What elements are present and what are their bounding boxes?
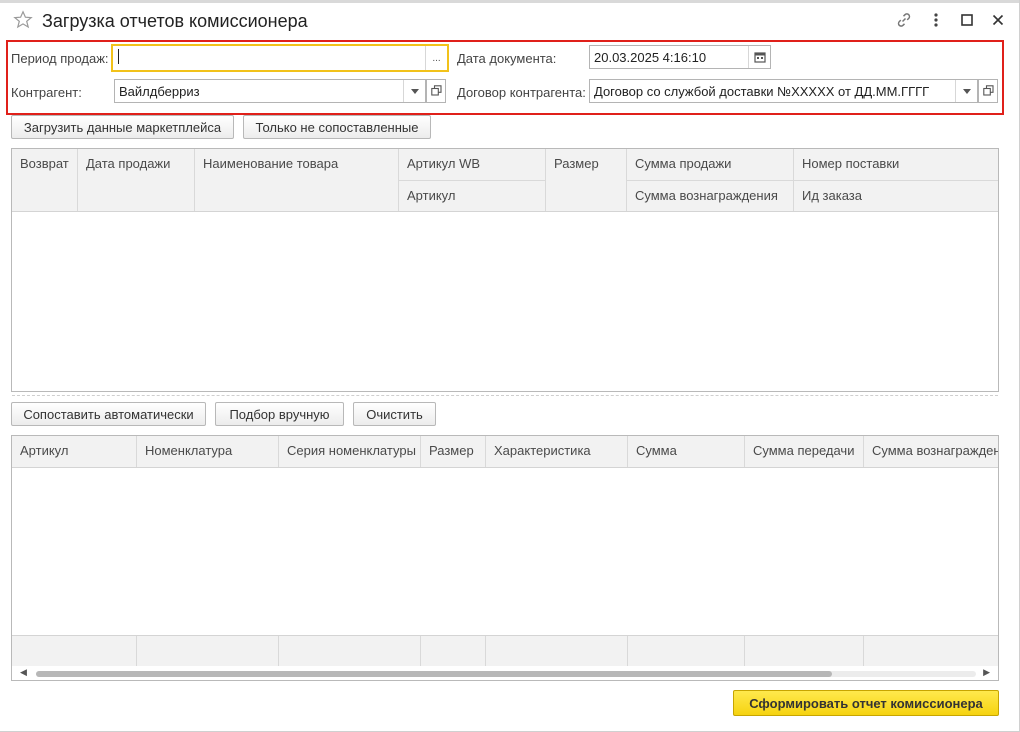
contract-value: Договор со службой доставки №XXXXX от ДД…	[594, 84, 930, 99]
chevron-down-icon[interactable]	[403, 80, 425, 102]
doc-date-label: Дата документа:	[457, 51, 557, 66]
col-delivery-number[interactable]: Номер поставки	[794, 149, 998, 180]
col-article[interactable]: Артикул	[12, 436, 137, 467]
load-marketplace-button[interactable]: Загрузить данные маркетплейса	[11, 115, 234, 139]
footer-cell	[745, 636, 864, 667]
col-reward-sum[interactable]: Сумма вознаграждения	[627, 180, 794, 211]
title-bar: Загрузка отчетов комиссионера	[0, 4, 1020, 38]
counterparty-value: Вайлдберриз	[119, 84, 200, 99]
matching-table[interactable]: Артикул Номенклатура Серия номенклатуры …	[11, 435, 999, 681]
footer-cell	[486, 636, 628, 667]
col-article-wb[interactable]: Артикул WB	[399, 149, 546, 180]
counterparty-input[interactable]: Вайлдберриз	[114, 79, 426, 103]
section-divider	[12, 395, 998, 396]
link-icon[interactable]	[894, 10, 914, 30]
calendar-icon[interactable]	[748, 46, 770, 68]
col-nomenclature-series[interactable]: Серия номенклатуры	[279, 436, 421, 467]
create-report-button[interactable]: Сформировать отчет комиссионера	[733, 690, 999, 716]
footer-cell	[628, 636, 745, 667]
doc-date-value: 20.03.2025 4:16:10	[594, 50, 707, 65]
col-sale-sum[interactable]: Сумма продажи	[627, 149, 794, 180]
footer-cell	[421, 636, 486, 667]
doc-date-input[interactable]: 20.03.2025 4:16:10	[589, 45, 771, 69]
col-reward-sum[interactable]: Сумма вознагражден	[864, 436, 998, 467]
maximize-icon[interactable]	[957, 10, 977, 30]
col-return[interactable]: Возврат	[12, 149, 78, 211]
col-product-name[interactable]: Наименование товара	[195, 149, 399, 211]
col-order-id[interactable]: Ид заказа	[794, 180, 998, 211]
sales-table[interactable]: Возврат Дата продажи Наименование товара…	[11, 148, 999, 392]
footer-cell	[279, 636, 421, 667]
scrollbar-thumb[interactable]	[36, 671, 832, 677]
scroll-left-icon[interactable]: ◀	[20, 667, 27, 678]
contract-input[interactable]: Договор со службой доставки №XXXXX от ДД…	[589, 79, 978, 103]
counterparty-open-button[interactable]	[426, 79, 446, 103]
clear-button[interactable]: Очистить	[353, 402, 436, 426]
col-characteristic[interactable]: Характеристика	[486, 436, 628, 467]
contract-label: Договор контрагента:	[457, 85, 586, 100]
period-label: Период продаж:	[11, 51, 109, 66]
more-icon[interactable]	[926, 10, 946, 30]
footer-cell	[864, 636, 998, 667]
col-article[interactable]: Артикул	[399, 180, 546, 211]
col-size[interactable]: Размер	[421, 436, 486, 467]
scroll-right-icon[interactable]: ▶	[983, 667, 990, 678]
star-icon[interactable]	[13, 10, 33, 30]
col-size[interactable]: Размер	[546, 149, 627, 211]
footer-cell	[137, 636, 279, 667]
open-icon	[430, 84, 442, 99]
text-caret	[118, 49, 119, 64]
footer-cell	[12, 636, 137, 667]
period-select-button[interactable]: ...	[425, 46, 447, 70]
col-sum[interactable]: Сумма	[628, 436, 745, 467]
open-icon	[982, 84, 994, 99]
close-icon[interactable]	[988, 10, 1008, 30]
counterparty-label: Контрагент:	[11, 85, 82, 100]
matching-table-header: Артикул Номенклатура Серия номенклатуры …	[12, 436, 998, 468]
col-sale-date[interactable]: Дата продажи	[78, 149, 195, 211]
contract-open-button[interactable]	[978, 79, 998, 103]
chevron-down-icon[interactable]	[955, 80, 977, 102]
horizontal-scrollbar[interactable]: ◀ ▶	[12, 666, 998, 680]
period-input[interactable]: ...	[111, 44, 449, 72]
unmatched-only-button[interactable]: Только не сопоставленные	[243, 115, 431, 139]
window-title: Загрузка отчетов комиссионера	[42, 11, 308, 31]
col-transfer-sum[interactable]: Сумма передачи	[745, 436, 864, 467]
auto-match-button[interactable]: Сопоставить автоматически	[11, 402, 206, 426]
window-top-edge	[0, 0, 1020, 3]
col-nomenclature[interactable]: Номенклатура	[137, 436, 279, 467]
matching-table-footer	[12, 635, 998, 667]
sales-table-header: Возврат Дата продажи Наименование товара…	[12, 149, 998, 212]
manual-select-button[interactable]: Подбор вручную	[215, 402, 344, 426]
